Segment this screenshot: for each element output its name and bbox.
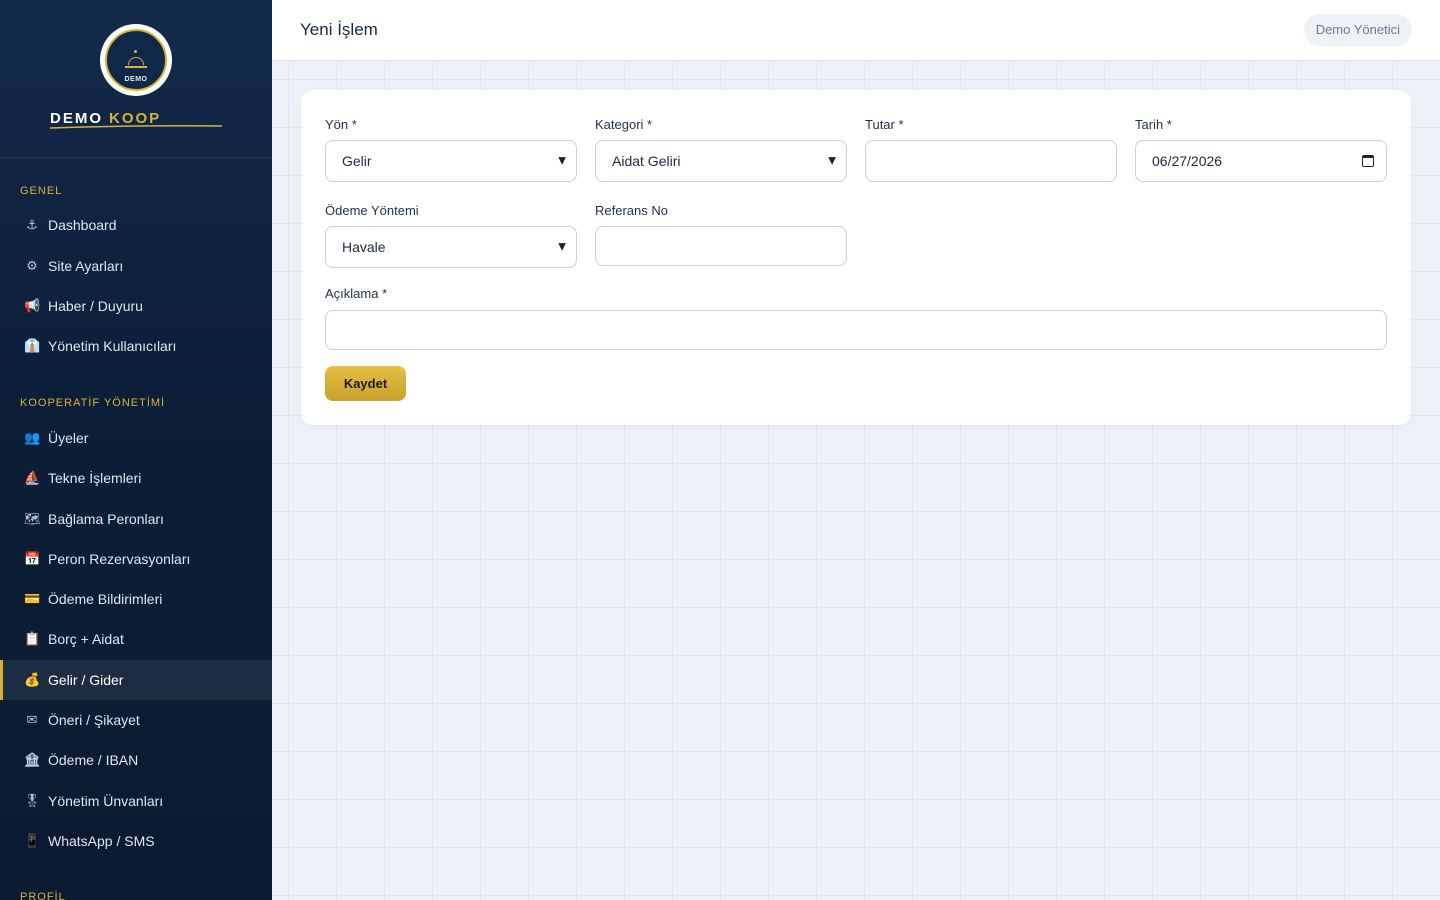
yon-value: Gelir	[342, 153, 372, 169]
money-bag-icon: 💰	[24, 672, 41, 688]
nav-yonetim-kullanicilari[interactable]: 👔 Yönetim Kullanıcıları	[0, 326, 272, 366]
nav-label: Üyeler	[48, 430, 89, 446]
aciklama-input[interactable]	[325, 310, 1387, 350]
tutar-input[interactable]	[865, 140, 1117, 182]
nav-odeme-bildirimleri[interactable]: 💳 Ödeme Bildirimleri	[0, 579, 272, 619]
nav-label: Site Ayarları	[48, 258, 124, 274]
users-icon: 👥	[24, 430, 41, 446]
credit-card-icon: 💳	[24, 591, 41, 607]
nav-label: Öneri / Şikayet	[48, 712, 140, 728]
nav-label: Tekne İşlemleri	[48, 470, 142, 486]
page-title: Yeni İşlem	[300, 20, 378, 39]
nav-label: Haber / Duyuru	[48, 298, 143, 314]
chevron-down-icon: ▼	[828, 155, 836, 167]
nav-haber-duyuru[interactable]: 📢 Haber / Duyuru	[0, 286, 272, 326]
nav-label: Yönetim Kullanıcıları	[48, 338, 177, 354]
bank-icon: 🏦	[24, 752, 41, 768]
nav-label: Borç + Aidat	[48, 631, 124, 647]
nav-uyeler[interactable]: 👥 Üyeler	[0, 418, 272, 458]
necktie-icon: 👔	[24, 338, 41, 354]
medal-icon: 🎖	[24, 793, 41, 809]
nav-gelir-gider[interactable]: 💰 Gelir / Gider	[0, 660, 272, 700]
brand-logo[interactable]: DEMO	[100, 24, 172, 96]
brand-underline	[50, 125, 222, 129]
tarih-date-input[interactable]: 06/27/2026	[1135, 140, 1387, 182]
tarih-value: 06/27/2026	[1152, 153, 1223, 169]
megaphone-icon: 📢	[24, 298, 41, 314]
nav-whatsapp-sms[interactable]: 📱 WhatsApp / SMS	[0, 821, 272, 861]
yon-label: Yön *	[325, 117, 357, 132]
odeme-yontemi-value: Havale	[342, 239, 386, 255]
brand: DEMO DEMO KOOP	[0, 0, 272, 158]
clipboard-icon: 📋	[24, 631, 41, 647]
bell-icon	[125, 50, 147, 68]
nav-label: Bağlama Peronları	[48, 511, 164, 527]
nav-label: Gelir / Gider	[48, 672, 124, 688]
referans-no-input[interactable]	[595, 226, 847, 266]
odeme-yontemi-select[interactable]: Havale ▼	[325, 226, 577, 268]
section-kooperatif: KOOPERATİF YÖNETİMİ	[20, 397, 166, 409]
kategori-select[interactable]: Aidat Geliri ▼	[595, 140, 847, 182]
nav-yonetim-unvanlari[interactable]: 🎖 Yönetim Ünvanları	[0, 781, 272, 821]
calendar-icon: 📅	[24, 551, 41, 567]
nav-odeme-iban[interactable]: 🏦 Ödeme / IBAN	[0, 740, 272, 780]
aciklama-label: Açıklama *	[325, 286, 388, 301]
chevron-down-icon: ▼	[558, 241, 566, 253]
logo-emblem: DEMO	[105, 29, 167, 91]
kategori-label: Kategori *	[595, 117, 653, 132]
nav-dashboard[interactable]: ⚓ Dashboard	[0, 205, 272, 245]
sidebar: DEMO DEMO KOOP GENEL ⚓ Dashboard ⚙ Site A…	[0, 0, 272, 900]
nav-label: WhatsApp / SMS	[48, 833, 155, 849]
topbar: Yeni İşlem Demo Yönetici	[272, 0, 1440, 61]
section-genel: GENEL	[20, 185, 63, 197]
chevron-down-icon: ▼	[558, 155, 566, 167]
user-menu[interactable]: Demo Yönetici	[1303, 14, 1412, 46]
mobile-phone-icon: 📱	[24, 833, 41, 849]
envelope-icon: ✉	[26, 712, 38, 728]
referans-no-label: Referans No	[595, 203, 668, 218]
nav-oneri-sikayet[interactable]: ✉ Öneri / Şikayet	[0, 700, 272, 740]
calendar-icon[interactable]	[1362, 155, 1374, 167]
nav-baglama-peronlari[interactable]: 🗺 Bağlama Peronları	[0, 499, 272, 539]
section-profil: PROFİL	[20, 891, 66, 900]
nav-peron-rezervasyonlari[interactable]: 📅 Peron Rezervasyonları	[0, 539, 272, 579]
anchor-icon: ⚓	[26, 217, 38, 233]
nav-label: Yönetim Ünvanları	[48, 793, 164, 809]
tarih-label: Tarih *	[1135, 117, 1172, 132]
logo-text: DEMO	[124, 76, 148, 83]
save-button[interactable]: Kaydet	[325, 366, 406, 401]
nav-tekne-islemleri[interactable]: ⛵ Tekne İşlemleri	[0, 458, 272, 498]
nav-label: Dashboard	[48, 217, 117, 233]
kategori-value: Aidat Geliri	[612, 153, 681, 169]
nav-borc-aidat[interactable]: 📋 Borç + Aidat	[0, 619, 272, 659]
nav-label: Ödeme / IBAN	[48, 752, 139, 768]
nav-label: Peron Rezervasyonları	[48, 551, 191, 567]
odeme-yontemi-label: Ödeme Yöntemi	[325, 203, 419, 218]
nav-site-ayarlari[interactable]: ⚙ Site Ayarları	[0, 246, 272, 286]
map-icon: 🗺	[24, 511, 41, 527]
yon-select[interactable]: Gelir ▼	[325, 140, 577, 182]
sailboat-icon: ⛵	[24, 470, 41, 486]
nav-label: Ödeme Bildirimleri	[48, 591, 163, 607]
gear-icon: ⚙	[26, 258, 38, 274]
tutar-label: Tutar *	[865, 117, 904, 132]
